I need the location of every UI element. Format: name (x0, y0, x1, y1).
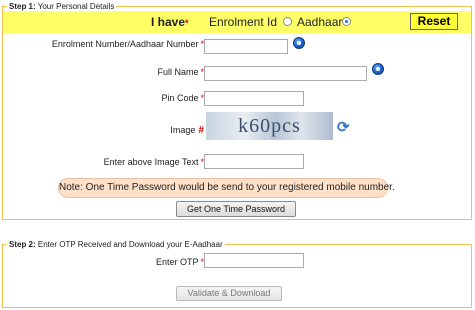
required-mark: * (185, 18, 189, 28)
image-text-label: Enter above Image Text * (103, 157, 204, 167)
pin-code-label: Pin Code * (161, 93, 204, 103)
get-otp-button[interactable]: Get One Time Password (176, 201, 296, 217)
enrolment-id-radio[interactable] (283, 17, 292, 26)
image-label: Image # (170, 125, 204, 136)
validate-download-button[interactable]: Validate & Download (176, 286, 282, 301)
enrolment-id-label: Enrolment Id (209, 15, 278, 29)
id-type-bar: I have* Enrolment Id Aadhaar Reset (3, 11, 471, 33)
help-globe-icon[interactable] (293, 37, 305, 49)
i-have-label: I have* (151, 15, 189, 29)
enrolment-number-label: Enrolment Number/Aadhaar Number * (51, 39, 204, 49)
captcha-image: k60pcs (206, 112, 333, 140)
help-globe-icon[interactable] (372, 63, 384, 75)
full-name-input[interactable] (204, 66, 367, 81)
otp-note: Note: One Time Password would be send to… (58, 178, 395, 198)
image-text-input[interactable] (204, 154, 304, 169)
full-name-label: Full Name * (157, 67, 204, 77)
aadhaar-label: Aadhaar (297, 15, 343, 29)
otp-input[interactable] (204, 253, 304, 268)
pin-code-input[interactable] (204, 91, 304, 106)
aadhaar-radio[interactable] (342, 17, 351, 26)
captcha-text: k60pcs (238, 115, 301, 137)
step2-legend: Step 2: Enter OTP Received and Download … (7, 239, 225, 251)
otp-label: Enter OTP * (155, 257, 204, 267)
refresh-icon[interactable]: ⟳ (337, 120, 350, 135)
reset-button[interactable]: Reset (410, 13, 458, 30)
enrolment-number-input[interactable] (204, 39, 288, 54)
